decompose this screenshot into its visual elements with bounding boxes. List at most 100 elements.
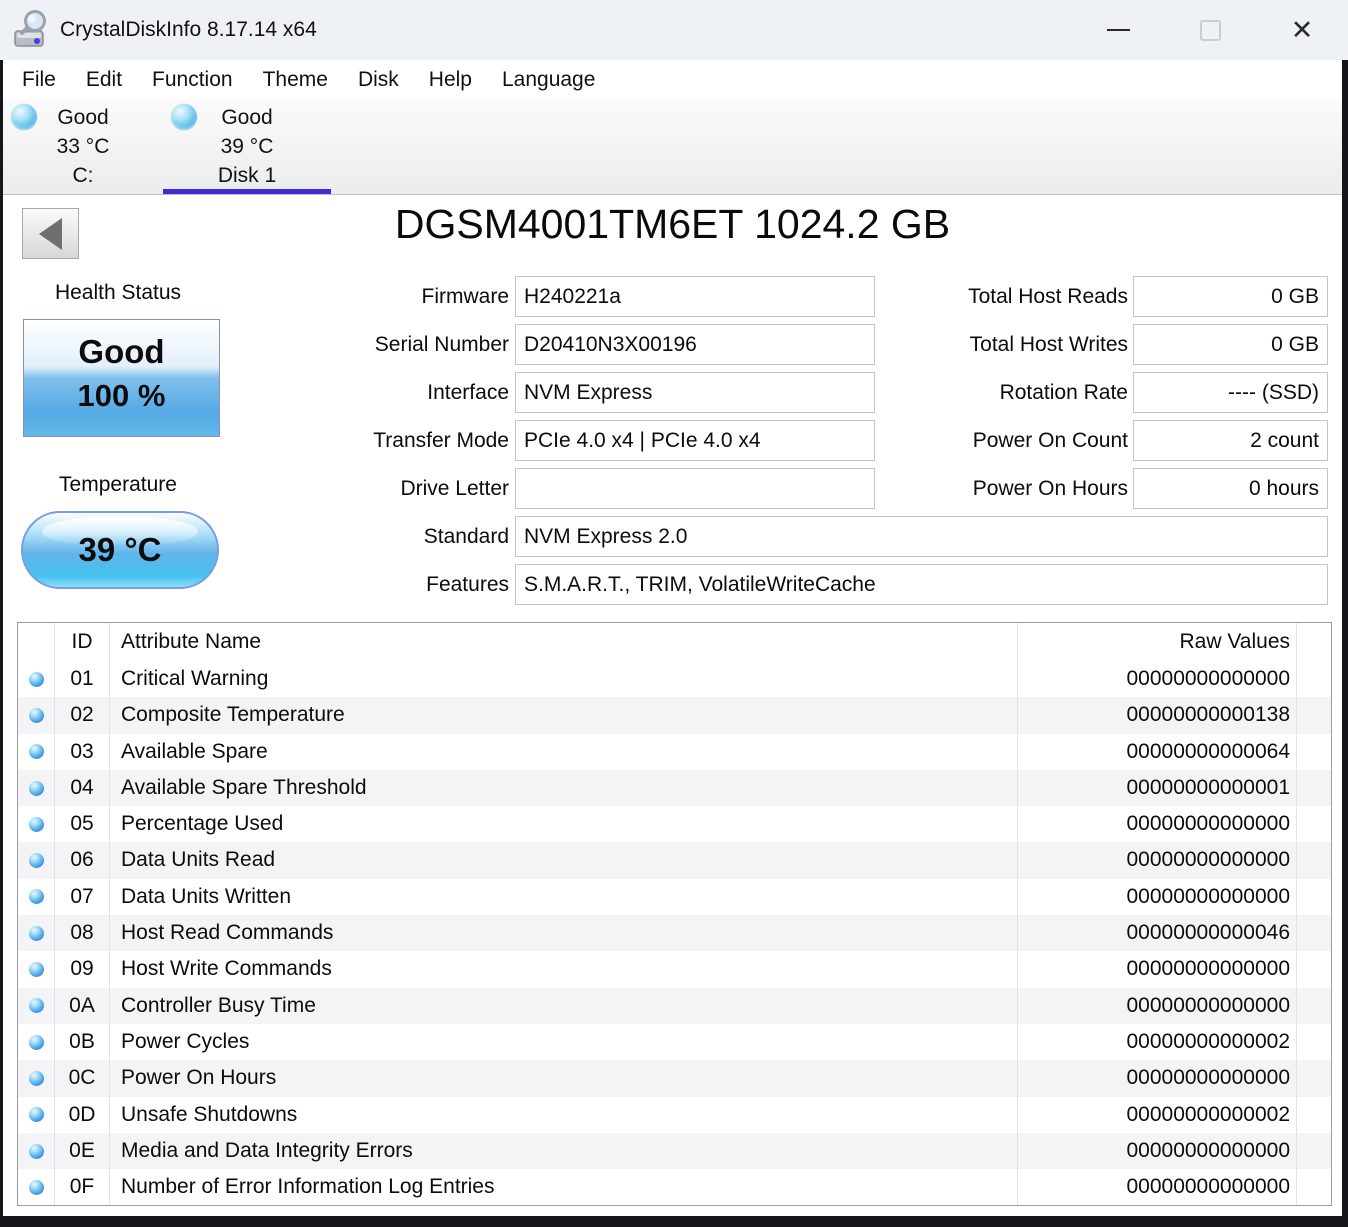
attribute-raw-value: 00000000000002: [1017, 1023, 1296, 1061]
attribute-name: Number of Error Information Log Entries: [109, 1169, 1017, 1206]
attribute-id: 01: [54, 661, 109, 698]
close-icon: ✕: [1290, 14, 1314, 45]
health-percent-value: 100 %: [77, 378, 166, 413]
disk-status-orb-icon: [11, 104, 37, 130]
maximize-icon: [1199, 19, 1221, 41]
standard-value: NVM Express 2.0: [515, 516, 1328, 557]
attribute-status-orb-icon: [28, 707, 44, 723]
attribute-name: Percentage Used: [109, 806, 1017, 843]
table-row[interactable]: 08 Host Read Commands 00000000000046: [18, 915, 1331, 952]
total-host-reads-value: 0 GB: [1133, 276, 1328, 317]
attribute-id: 0E: [54, 1132, 109, 1170]
standard-label: Standard: [423, 525, 509, 548]
attribute-status-orb-icon: [28, 1070, 44, 1086]
table-row[interactable]: 05 Percentage Used 00000000000000: [18, 806, 1331, 843]
attribute-raw-value: 00000000000001: [1017, 769, 1296, 807]
attribute-status-orb-icon: [28, 889, 44, 905]
total-host-writes-label: Total Host Writes: [969, 333, 1128, 356]
rotation-rate-value: ---- (SSD): [1133, 372, 1328, 413]
header-attribute-name: Attribute Name: [109, 623, 1017, 661]
health-status-value: Good: [78, 333, 165, 370]
attribute-status-orb-icon: [28, 780, 44, 796]
attribute-name: Composite Temperature: [109, 697, 1017, 734]
firmware-label: Firmware: [421, 285, 510, 308]
total-host-writes-value: 0 GB: [1133, 324, 1328, 365]
menu-bar: File Edit Function Theme Disk Help Langu…: [3, 60, 1342, 100]
drive-letter-value: [515, 468, 875, 509]
disk-selector-strip: Good 33 °C C: Good 39 °C Disk 1: [3, 100, 1342, 195]
close-button[interactable]: ✕: [1256, 0, 1348, 60]
menu-language[interactable]: Language: [487, 60, 610, 100]
temperature-indicator: 39 °C: [21, 511, 219, 589]
features-value: S.M.A.R.T., TRIM, VolatileWriteCache: [515, 564, 1328, 605]
disk-status-orb-icon: [171, 104, 197, 130]
attribute-status-orb-icon: [28, 671, 44, 687]
table-row[interactable]: 0D Unsafe Shutdowns 00000000000002: [18, 1096, 1331, 1133]
menu-file[interactable]: File: [7, 60, 71, 100]
attribute-name: Critical Warning: [109, 661, 1017, 698]
minimize-button[interactable]: [1072, 0, 1164, 60]
menu-disk[interactable]: Disk: [343, 60, 414, 100]
app-window: CrystalDiskInfo 8.17.14 x64 ✕ File Edit …: [0, 0, 1348, 1227]
features-label: Features: [426, 573, 509, 596]
disk-name-text: C:: [72, 164, 94, 187]
attribute-raw-value: 00000000000000: [1017, 987, 1296, 1024]
attribute-name: Available Spare: [109, 733, 1017, 770]
attribute-status-orb-icon: [28, 962, 44, 978]
serial-number-label: Serial Number: [374, 333, 509, 356]
drive-letter-label: Drive Letter: [400, 477, 509, 500]
attribute-raw-value: 00000000000002: [1017, 1096, 1296, 1133]
menu-help[interactable]: Help: [414, 60, 487, 100]
menu-function[interactable]: Function: [137, 60, 248, 100]
table-row[interactable]: 06 Data Units Read 00000000000000: [18, 842, 1331, 879]
power-on-count-label: Power On Count: [972, 429, 1128, 452]
table-row[interactable]: 0C Power On Hours 00000000000000: [18, 1060, 1331, 1097]
maximize-button[interactable]: [1164, 0, 1256, 60]
header-raw-values: Raw Values: [1017, 623, 1296, 661]
attribute-raw-value: 00000000000138: [1017, 697, 1296, 734]
table-row[interactable]: 09 Host Write Commands 00000000000000: [18, 951, 1331, 988]
table-row[interactable]: 0B Power Cycles 00000000000002: [18, 1023, 1331, 1061]
attribute-raw-value: 00000000000046: [1017, 915, 1296, 952]
attribute-raw-value: 00000000000000: [1017, 878, 1296, 916]
menu-edit[interactable]: Edit: [71, 60, 137, 100]
attribute-status-orb-icon: [28, 1107, 44, 1123]
table-row[interactable]: 0E Media and Data Integrity Errors 00000…: [18, 1132, 1331, 1170]
health-status-indicator[interactable]: Good 100 %: [23, 319, 220, 437]
attribute-name: Power Cycles: [109, 1023, 1017, 1061]
disk-temp-text: 33 °C: [56, 135, 110, 158]
attribute-name: Host Read Commands: [109, 915, 1017, 952]
attribute-name: Media and Data Integrity Errors: [109, 1132, 1017, 1170]
table-row[interactable]: 04 Available Spare Threshold 00000000000…: [18, 769, 1331, 807]
menu-theme[interactable]: Theme: [248, 60, 343, 100]
disk-temp-text: 39 °C: [220, 135, 274, 158]
app-logo-icon: [14, 10, 46, 47]
total-host-reads-label: Total Host Reads: [968, 285, 1128, 308]
table-row[interactable]: 0F Number of Error Information Log Entri…: [18, 1169, 1331, 1206]
attribute-status-orb-icon: [28, 1034, 44, 1050]
window-body: File Edit Function Theme Disk Help Langu…: [0, 60, 1348, 1227]
attribute-raw-value: 00000000000000: [1017, 661, 1296, 698]
attribute-name: Data Units Written: [109, 878, 1017, 916]
attribute-id: 0B: [54, 1023, 109, 1061]
table-row[interactable]: 01 Critical Warning 00000000000000: [18, 661, 1331, 698]
disk-tab-disk1[interactable]: Good 39 °C Disk 1: [163, 100, 331, 194]
table-row[interactable]: 02 Composite Temperature 00000000000138: [18, 697, 1331, 734]
attribute-id: 04: [54, 769, 109, 807]
attribute-id: 08: [54, 915, 109, 952]
attribute-status-orb-icon: [28, 1179, 44, 1195]
temperature-value: 39 °C: [78, 531, 162, 568]
disk-tab-c[interactable]: Good 33 °C C:: [3, 100, 163, 194]
attribute-id: 07: [54, 878, 109, 916]
attribute-id: 02: [54, 697, 109, 734]
attribute-id: 09: [54, 951, 109, 988]
table-row[interactable]: 07 Data Units Written 00000000000000: [18, 878, 1331, 916]
attribute-status-orb-icon: [28, 853, 44, 869]
attribute-status-orb-icon: [28, 1143, 44, 1159]
table-row[interactable]: 0A Controller Busy Time 00000000000000: [18, 987, 1331, 1024]
table-row[interactable]: 03 Available Spare 00000000000064: [18, 733, 1331, 770]
attribute-id: 0A: [54, 987, 109, 1024]
temperature-label: Temperature: [59, 473, 177, 496]
firmware-value: H240221a: [515, 276, 875, 317]
attribute-status-orb-icon: [28, 744, 44, 760]
